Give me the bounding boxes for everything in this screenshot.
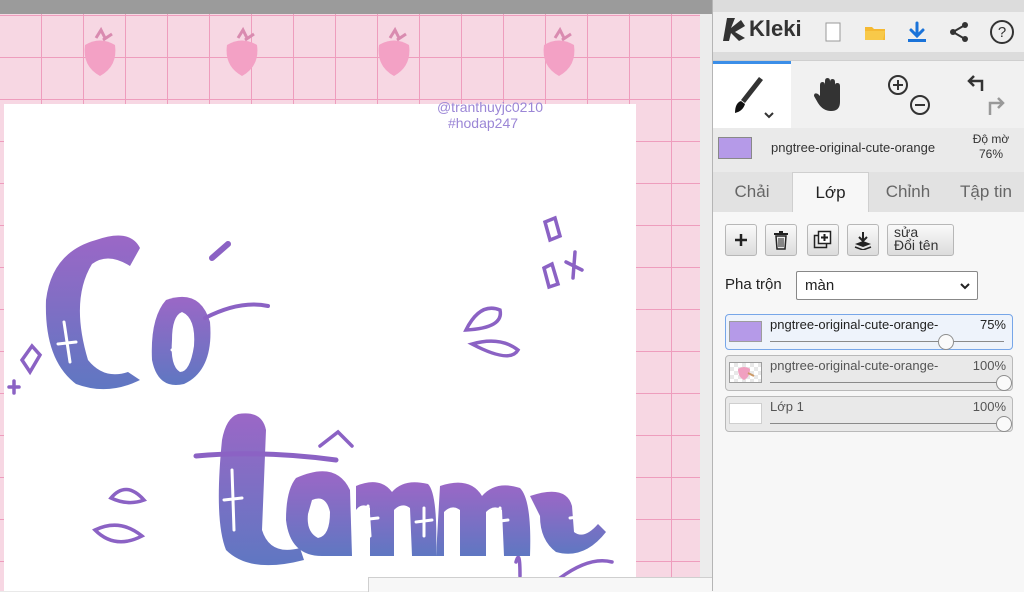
layer-item-2[interactable]: Lớp 1 100% bbox=[725, 396, 1013, 432]
opacity-value: 76% bbox=[978, 147, 1004, 161]
strawberry-thumb-icon bbox=[738, 367, 755, 380]
sidebar-header: Kleki ? bbox=[713, 12, 1024, 52]
kleki-logo[interactable]: Kleki bbox=[723, 16, 802, 42]
layer-opacity: 100% bbox=[972, 399, 1006, 414]
share-icon bbox=[950, 22, 968, 42]
brush-name: pngtree-original-cute-orange bbox=[771, 140, 936, 155]
open-folder-button[interactable] bbox=[861, 18, 889, 46]
duplicate-layer-button[interactable] bbox=[807, 224, 839, 256]
tab-file[interactable]: Tập tin bbox=[947, 172, 1024, 212]
layer-item-1[interactable]: pngtree-original-cute-orange- 100% bbox=[725, 355, 1013, 391]
tab-brush[interactable]: Chải bbox=[713, 172, 791, 212]
merge-down-icon bbox=[854, 232, 872, 250]
brush-swatch[interactable] bbox=[718, 137, 752, 159]
download-button[interactable] bbox=[903, 18, 931, 46]
canvas-artwork: @tranthuyjc0210 #hodap247 bbox=[0, 14, 712, 591]
blend-mode-value: màn bbox=[805, 277, 835, 294]
watermark-hashtag: #hodap247 bbox=[448, 115, 518, 131]
layer-name: pngtree-original-cute-orange- bbox=[770, 358, 939, 373]
opacity-slider-handle[interactable] bbox=[996, 416, 1012, 432]
drawing-canvas[interactable]: @tranthuyjc0210 #hodap247 bbox=[0, 0, 712, 591]
zoom-in-icon[interactable] bbox=[888, 75, 908, 95]
layer-item-0[interactable]: pngtree-original-cute-orange- 75% bbox=[725, 314, 1013, 350]
tab-adjust[interactable]: Chỉnh bbox=[869, 172, 947, 212]
opacity-slider-handle[interactable] bbox=[996, 375, 1012, 391]
layer-opacity: 75% bbox=[979, 317, 1006, 332]
new-file-button[interactable] bbox=[819, 18, 847, 46]
opacity-slider-track[interactable] bbox=[770, 423, 1004, 424]
zoom-out-icon[interactable] bbox=[910, 95, 930, 115]
share-button[interactable] bbox=[945, 18, 973, 46]
help-icon: ? bbox=[990, 20, 1014, 44]
folder-icon bbox=[865, 27, 885, 40]
brush-info-row: pngtree-original-cute-orange Độ mờ 76% bbox=[713, 128, 1024, 172]
tool-row bbox=[713, 60, 1024, 129]
undo-icon[interactable] bbox=[967, 75, 984, 91]
opacity-slider-track[interactable] bbox=[770, 382, 1004, 383]
sidebar: Kleki ? pngtree-original-cute-orange Độ … bbox=[712, 0, 1024, 591]
kleki-logo-icon bbox=[723, 18, 745, 41]
rename-label: Đổi tên bbox=[894, 237, 939, 253]
opacity-label: Độ mờ bbox=[972, 132, 1010, 146]
plus-icon bbox=[735, 234, 747, 246]
layer-thumbnail bbox=[729, 403, 762, 424]
redo-icon[interactable] bbox=[988, 97, 1005, 115]
opacity-slider-track[interactable] bbox=[770, 341, 1004, 342]
layer-thumbnail bbox=[729, 362, 762, 383]
app-title: Kleki bbox=[749, 16, 802, 41]
layer-name: Lớp 1 bbox=[770, 399, 804, 414]
add-layer-button[interactable] bbox=[725, 224, 757, 256]
sidebar-tabs: Chải Lớp Chỉnh Tập tin bbox=[713, 172, 1024, 212]
brush-opacity[interactable]: Độ mờ 76% bbox=[963, 132, 1019, 162]
delete-layer-button[interactable] bbox=[765, 224, 797, 256]
download-icon bbox=[908, 21, 926, 42]
trash-icon bbox=[774, 231, 788, 250]
blend-mode-label: Pha trộn bbox=[725, 276, 782, 293]
merge-layer-button[interactable] bbox=[847, 224, 879, 256]
brush-icon bbox=[735, 76, 774, 118]
hand-tool[interactable] bbox=[791, 61, 869, 129]
help-button[interactable]: ? bbox=[988, 18, 1016, 46]
svg-text:?: ? bbox=[998, 24, 1006, 41]
layer-thumbnail bbox=[729, 321, 762, 342]
watermark-text: @tranthuyjc0210 bbox=[437, 99, 543, 115]
history-controls bbox=[947, 61, 1024, 129]
layer-name: pngtree-original-cute-orange- bbox=[770, 317, 939, 332]
rename-layer-button[interactable]: sửa Đổi tên bbox=[887, 224, 954, 256]
blend-mode-select[interactable]: màn bbox=[796, 271, 978, 300]
zoom-controls bbox=[869, 61, 947, 129]
hand-icon bbox=[814, 78, 840, 111]
layers-panel: sửa Đổi tên Pha trộn màn pngtree-origina… bbox=[713, 212, 1024, 591]
opacity-slider-handle[interactable] bbox=[937, 334, 954, 350]
chevron-down-icon bbox=[960, 283, 970, 290]
new-file-icon bbox=[825, 22, 841, 42]
duplicate-icon bbox=[813, 230, 832, 249]
brush-tool[interactable] bbox=[713, 61, 791, 129]
layer-opacity: 100% bbox=[972, 358, 1006, 373]
tab-layers[interactable]: Lớp bbox=[792, 172, 869, 212]
